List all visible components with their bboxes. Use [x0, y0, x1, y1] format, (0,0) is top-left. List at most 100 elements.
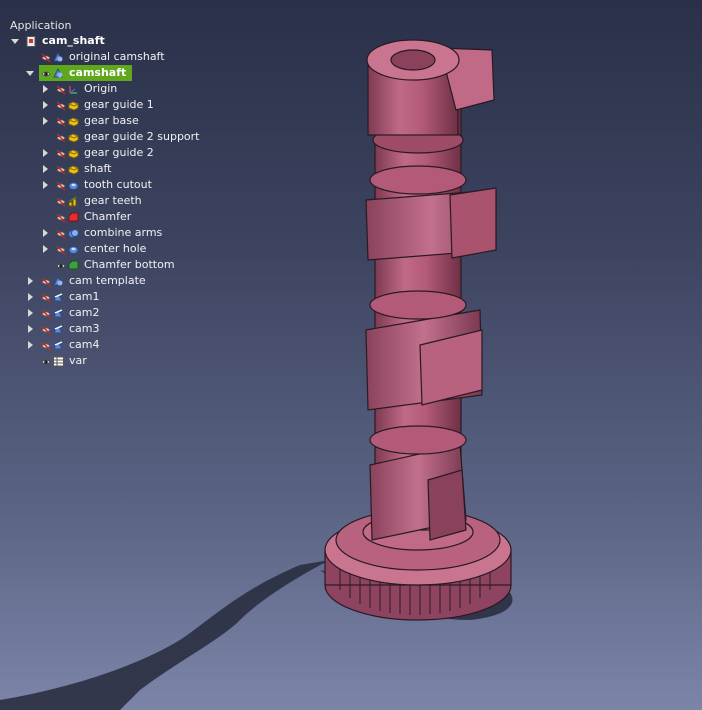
tree-item-content[interactable]: cam4 — [39, 337, 106, 353]
expand-arrow-icon[interactable] — [28, 277, 33, 285]
eye-hidden-icon[interactable] — [56, 84, 66, 95]
eye-hidden-icon[interactable] — [56, 148, 66, 159]
tree-item-content[interactable]: tooth cutout — [54, 177, 158, 193]
tree-item[interactable]: cam1 — [0, 289, 260, 305]
tree-item-content[interactable]: cam template — [39, 273, 152, 289]
tree-item-content[interactable]: cam3 — [39, 321, 106, 337]
tree-item[interactable]: original camshaft — [0, 49, 260, 65]
tree-item-label: cam2 — [69, 306, 100, 319]
tree-item-label: var — [69, 354, 87, 367]
collapse-arrow-icon[interactable] — [11, 39, 19, 44]
body-link-icon — [53, 291, 64, 303]
tree-item[interactable]: tooth cutout — [0, 177, 260, 193]
tree-item-content[interactable]: camshaft — [39, 65, 133, 81]
tree-item[interactable]: gear teeth — [0, 193, 260, 209]
expand-arrow-icon[interactable] — [43, 85, 48, 93]
expand-arrow-icon[interactable] — [28, 293, 33, 301]
part-shadow — [0, 560, 330, 710]
eye-hidden-icon[interactable] — [41, 308, 51, 319]
expand-arrow-icon[interactable] — [28, 325, 33, 333]
body-icon — [53, 275, 64, 287]
body-link-icon — [53, 307, 64, 319]
tree-item[interactable]: center hole — [0, 241, 260, 257]
eye-hidden-icon[interactable] — [56, 164, 66, 175]
eye-hidden-icon[interactable] — [41, 52, 51, 63]
eye-hidden-icon[interactable] — [56, 100, 66, 111]
tree-item-label: cam4 — [69, 338, 100, 351]
tree-item[interactable]: cam_shaft — [0, 33, 260, 49]
camshaft-model[interactable] — [324, 39, 512, 621]
expand-arrow-icon[interactable] — [43, 245, 48, 253]
eye-hidden-icon[interactable] — [56, 228, 66, 239]
eye-hidden-icon[interactable] — [56, 196, 66, 207]
body-link-icon — [53, 339, 64, 351]
tree-item-content[interactable]: Chamfer bottom — [54, 257, 181, 273]
tree-item[interactable]: gear guide 2 — [0, 145, 260, 161]
eye-icon[interactable] — [41, 356, 51, 366]
expand-arrow-icon[interactable] — [43, 101, 48, 109]
tree-item-content[interactable]: combine arms — [54, 225, 168, 241]
tree-item-label: camshaft — [69, 66, 127, 79]
tree-item-label: tooth cutout — [84, 178, 152, 191]
collapse-arrow-icon[interactable] — [26, 71, 34, 76]
tree-item[interactable]: gear guide 1 — [0, 97, 260, 113]
tree-item-label: cam1 — [69, 290, 100, 303]
eye-hidden-icon[interactable] — [41, 324, 51, 335]
eye-hidden-icon[interactable] — [41, 276, 51, 287]
tree-item[interactable]: cam template — [0, 273, 260, 289]
tree-item-content[interactable]: Origin — [54, 81, 123, 97]
tree-item-content[interactable]: original camshaft — [39, 49, 171, 65]
expand-arrow-icon[interactable] — [43, 149, 48, 157]
tree-item[interactable]: Origin — [0, 81, 260, 97]
tree-item[interactable]: shaft — [0, 161, 260, 177]
tree-item-content[interactable]: gear teeth — [54, 193, 148, 209]
expand-arrow-icon[interactable] — [43, 181, 48, 189]
tree-item[interactable]: gear base — [0, 113, 260, 129]
tree-item-content[interactable]: gear guide 2 — [54, 145, 160, 161]
expand-arrow-icon[interactable] — [28, 309, 33, 317]
tree-item-content[interactable]: Chamfer — [54, 209, 137, 225]
tree-item[interactable]: cam3 — [0, 321, 260, 337]
tree-item[interactable]: cam4 — [0, 337, 260, 353]
tree-item[interactable]: combine arms — [0, 225, 260, 241]
tree-item-content[interactable]: center hole — [54, 241, 152, 257]
tree-item-content[interactable]: cam1 — [39, 289, 106, 305]
eye-icon[interactable] — [41, 68, 51, 78]
tree-item[interactable]: var — [0, 353, 260, 369]
expand-arrow-icon[interactable] — [43, 165, 48, 173]
eye-hidden-icon[interactable] — [56, 180, 66, 191]
tree-item[interactable]: gear guide 2 support — [0, 129, 260, 145]
tree-item[interactable]: Chamfer — [0, 209, 260, 225]
eye-hidden-icon[interactable] — [56, 132, 66, 143]
tree-item-content[interactable]: cam2 — [39, 305, 106, 321]
pad-icon — [68, 100, 79, 111]
tree-item[interactable]: camshaft — [0, 65, 260, 81]
tree-item-content[interactable]: shaft — [54, 161, 117, 177]
tree-item-label: cam_shaft — [42, 34, 105, 47]
tree-item-content[interactable]: gear guide 2 support — [54, 129, 206, 145]
eye-hidden-icon[interactable] — [41, 340, 51, 351]
tree-item-label: gear base — [84, 114, 139, 127]
expand-arrow-icon[interactable] — [28, 341, 33, 349]
spreadsheet-icon — [53, 356, 64, 367]
tree-item-content[interactable]: cam_shaft — [24, 33, 111, 49]
eye-icon[interactable] — [56, 260, 66, 270]
pocket-icon — [68, 244, 79, 255]
pad-icon — [68, 148, 79, 159]
tree-item-content[interactable]: gear base — [54, 113, 145, 129]
polar-pattern-icon — [68, 196, 79, 207]
origin-icon — [68, 84, 79, 95]
eye-hidden-icon[interactable] — [56, 116, 66, 127]
expand-arrow-icon[interactable] — [43, 229, 48, 237]
tree-item-content[interactable]: var — [39, 353, 93, 369]
eye-hidden-icon[interactable] — [41, 292, 51, 303]
body-icon — [53, 67, 64, 79]
tree-item-label: cam3 — [69, 322, 100, 335]
expand-arrow-icon[interactable] — [43, 117, 48, 125]
tree-item-content[interactable]: gear guide 1 — [54, 97, 160, 113]
eye-hidden-icon[interactable] — [56, 244, 66, 255]
eye-hidden-icon[interactable] — [56, 212, 66, 223]
tree-item-label: shaft — [84, 162, 112, 175]
tree-item[interactable]: cam2 — [0, 305, 260, 321]
tree-item[interactable]: Chamfer bottom — [0, 257, 260, 273]
